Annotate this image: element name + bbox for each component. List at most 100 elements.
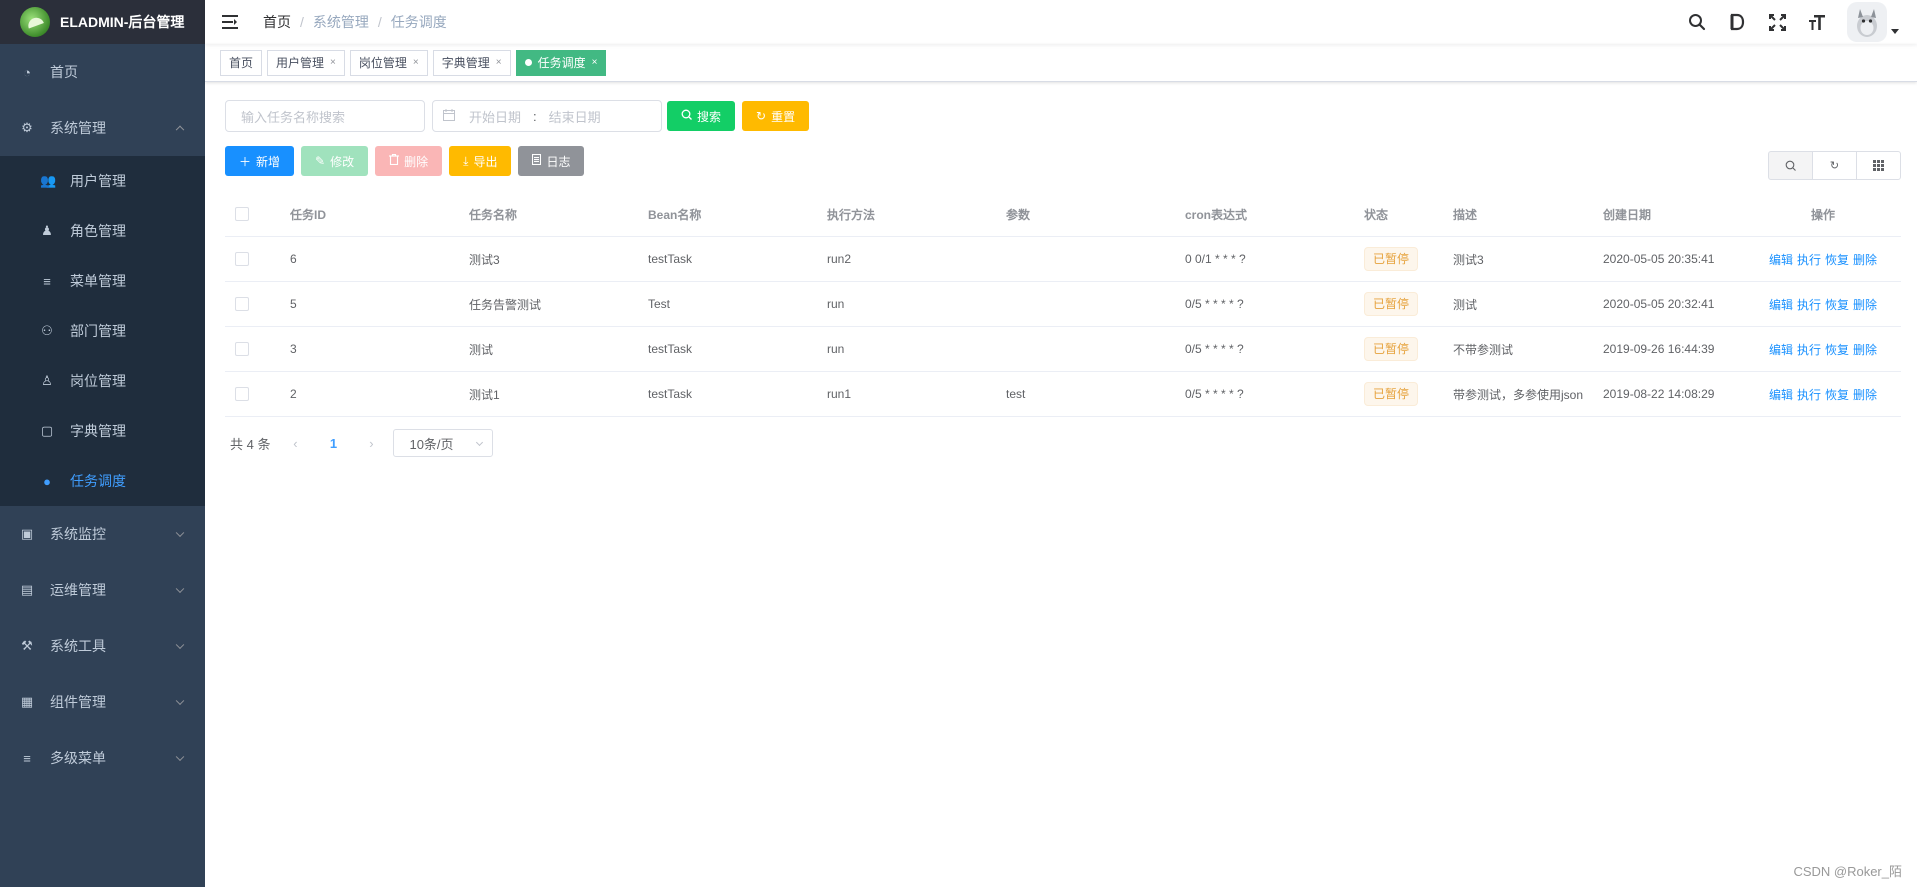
- hamburger-icon[interactable]: [222, 15, 238, 29]
- close-icon[interactable]: ×: [496, 51, 502, 75]
- sidebar-item-menus[interactable]: ≡ 菜单管理: [0, 256, 205, 306]
- tag-posts[interactable]: 岗位管理 ×: [349, 49, 428, 76]
- chevron-left-icon[interactable]: ‹: [285, 436, 305, 451]
- server-icon: ▤: [20, 582, 34, 597]
- sidebar-item-tools[interactable]: ⚒ 系统工具: [0, 618, 205, 674]
- table-header: 任务ID 任务名称 Bean名称 执行方法 参数 cron表达式 状态 描述 创…: [225, 192, 1901, 237]
- sidebar-item-label: 组件管理: [50, 694, 106, 710]
- run-link[interactable]: 执行: [1797, 296, 1821, 313]
- cell-bean: testTask: [648, 252, 693, 266]
- logo-icon: [20, 7, 50, 37]
- close-icon[interactable]: ×: [592, 51, 598, 75]
- tag-users[interactable]: 用户管理 ×: [267, 49, 345, 76]
- search-icon[interactable]: [1687, 12, 1707, 32]
- chevron-right-icon[interactable]: ›: [361, 436, 381, 451]
- close-icon[interactable]: ×: [330, 51, 336, 75]
- cell-created: 2020-05-05 20:32:41: [1603, 297, 1715, 311]
- cell-bean: testTask: [648, 387, 693, 401]
- edit-link[interactable]: 编辑: [1769, 341, 1793, 358]
- run-link[interactable]: 执行: [1797, 386, 1821, 403]
- search-button[interactable]: 搜索: [667, 101, 736, 131]
- sidebar-item-monitor[interactable]: ▣ 系统监控: [0, 506, 205, 562]
- column-header: 操作: [1810, 207, 1835, 222]
- logo[interactable]: ELADMIN-后台管理: [0, 0, 205, 44]
- cell-desc: 不带参测试: [1453, 342, 1514, 357]
- search-button-label: 搜索: [697, 109, 722, 124]
- doc-icon[interactable]: [1727, 12, 1747, 32]
- chevron-down-icon: [175, 640, 185, 650]
- delete-link[interactable]: 删除: [1853, 251, 1877, 268]
- fullscreen-icon[interactable]: [1767, 12, 1787, 32]
- start-date-placeholder[interactable]: 开始日期: [469, 107, 521, 126]
- sidebar-item-system[interactable]: ⚙ 系统管理: [0, 100, 205, 156]
- timer-icon: ●: [43, 473, 51, 489]
- gear-icon: ⚙: [21, 120, 33, 135]
- edit-button[interactable]: ✎ 修改: [301, 146, 369, 176]
- sidebar-item-home[interactable]: ◔ 首页: [0, 44, 205, 100]
- avatar[interactable]: [1847, 2, 1887, 42]
- reset-button[interactable]: ↻ 重置: [742, 101, 810, 131]
- sidebar-item-jobs[interactable]: ● 任务调度: [0, 456, 205, 506]
- resume-link[interactable]: 恢复: [1825, 386, 1849, 403]
- sidebar-item-label: 系统管理: [50, 120, 106, 136]
- edit-link[interactable]: 编辑: [1769, 296, 1793, 313]
- refresh-button[interactable]: ↻: [1812, 151, 1857, 180]
- sidebar-item-label: 菜单管理: [70, 273, 126, 289]
- cell-cron: 0/5 * * * * ?: [1185, 342, 1244, 356]
- export-button[interactable]: ⤓ 导出: [449, 146, 512, 176]
- row-checkbox[interactable]: [235, 342, 249, 357]
- tag-label: 岗位管理: [358, 55, 407, 70]
- caret-down-icon[interactable]: [1891, 28, 1899, 34]
- close-icon[interactable]: ×: [413, 51, 419, 75]
- log-button[interactable]: 日志: [518, 146, 585, 176]
- sidebar-item-depts[interactable]: ⚇ 部门管理: [0, 306, 205, 356]
- delete-button[interactable]: 删除: [375, 146, 443, 176]
- page-number[interactable]: 1: [318, 436, 348, 451]
- sidebar-item-users[interactable]: 👥 用户管理: [0, 156, 205, 206]
- run-link[interactable]: 执行: [1797, 341, 1821, 358]
- end-date-placeholder[interactable]: 结束日期: [549, 107, 601, 126]
- cell-name: 测试1: [469, 387, 500, 402]
- delete-link[interactable]: 删除: [1853, 296, 1877, 313]
- font-size-icon[interactable]: [1807, 12, 1827, 32]
- main-area: 首页 / 系统管理 / 任务调度 首页 用户管理 × 岗位管理 × 字典管理 ×…: [205, 0, 1917, 887]
- tags-view: 首页 用户管理 × 岗位管理 × 字典管理 × 任务调度 ×: [205, 44, 1917, 82]
- tag-jobs[interactable]: 任务调度 ×: [515, 49, 607, 76]
- status-badge: 已暂停: [1364, 382, 1419, 406]
- toggle-search-button[interactable]: [1768, 151, 1813, 180]
- sidebar-item-label: 系统工具: [50, 638, 106, 654]
- select-all-checkbox[interactable]: [235, 207, 249, 222]
- breadcrumb-home[interactable]: 首页: [263, 12, 291, 32]
- row-checkbox[interactable]: [235, 252, 249, 267]
- edit-link[interactable]: 编辑: [1769, 386, 1793, 403]
- add-button[interactable]: ＋ 新增: [225, 146, 295, 176]
- chevron-down-icon: [476, 438, 484, 447]
- table-tools: ↻: [1768, 151, 1901, 180]
- date-range-picker[interactable]: 开始日期 : 结束日期: [432, 100, 662, 132]
- resume-link[interactable]: 恢复: [1825, 251, 1849, 268]
- run-link[interactable]: 执行: [1797, 251, 1821, 268]
- search-input[interactable]: 输入任务名称搜索: [225, 100, 425, 132]
- sidebar-item-dictionary[interactable]: ▢ 字典管理: [0, 406, 205, 456]
- cell-method: run1: [827, 387, 852, 401]
- table-row: 2 测试1 testTask run1 test 0/5 * * * * ? 已…: [225, 372, 1901, 417]
- sidebar-item-roles[interactable]: ♟ 角色管理: [0, 206, 205, 256]
- tag-dictionary[interactable]: 字典管理 ×: [432, 49, 511, 76]
- breadcrumb-system[interactable]: 系统管理: [313, 12, 369, 32]
- tag-home[interactable]: 首页: [220, 49, 263, 76]
- edit-link[interactable]: 编辑: [1769, 251, 1793, 268]
- columns-button[interactable]: [1856, 151, 1901, 180]
- row-checkbox[interactable]: [235, 297, 249, 312]
- sidebar-item-ops[interactable]: ▤ 运维管理: [0, 562, 205, 618]
- sidebar-item-components[interactable]: ▦ 组件管理: [0, 674, 205, 730]
- delete-link[interactable]: 删除: [1853, 341, 1877, 358]
- row-checkbox[interactable]: [235, 387, 249, 402]
- delete-link[interactable]: 删除: [1853, 386, 1877, 403]
- resume-link[interactable]: 恢复: [1825, 296, 1849, 313]
- page-size-select[interactable]: 10条/页: [393, 429, 494, 457]
- sidebar-item-posts[interactable]: ♙ 岗位管理: [0, 356, 205, 406]
- table-row: 5 任务告警测试 Test run 0/5 * * * * ? 已暂停 测试 2…: [225, 282, 1901, 327]
- resume-link[interactable]: 恢复: [1825, 341, 1849, 358]
- sidebar-item-label: 部门管理: [70, 323, 126, 339]
- sidebar-item-multilevel[interactable]: ≡ 多级菜单: [0, 730, 205, 786]
